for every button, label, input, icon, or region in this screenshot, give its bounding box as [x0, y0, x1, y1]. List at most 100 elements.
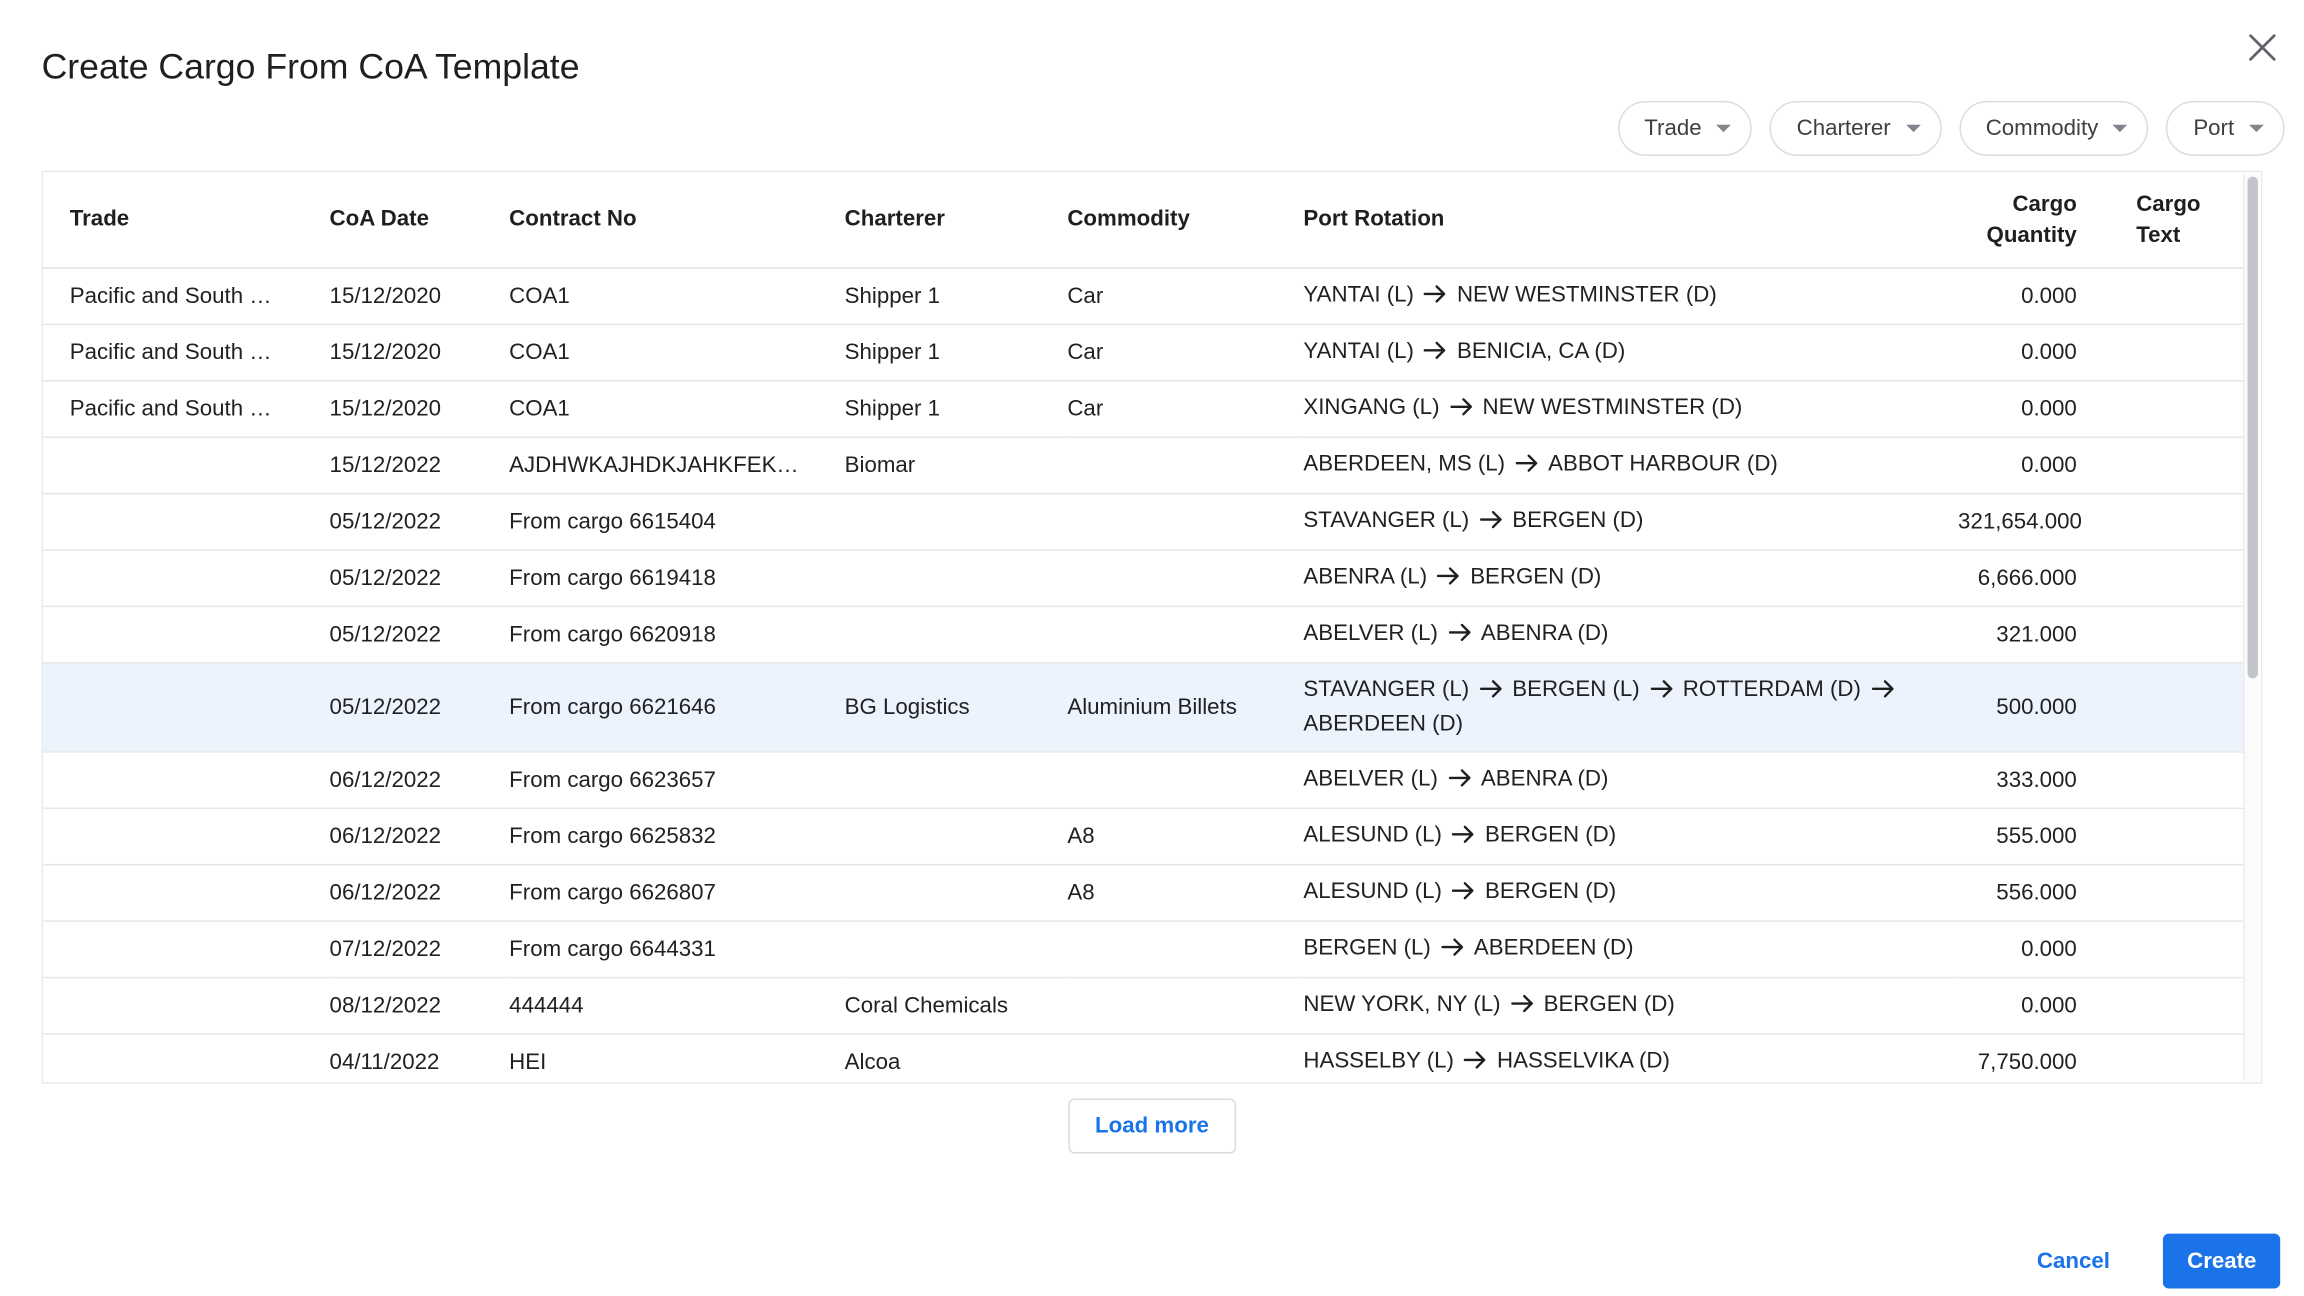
cargo-text-cell	[2107, 267, 2245, 323]
charterer-filter[interactable]: Charterer	[1770, 101, 1941, 156]
coa-date-cell: 06/12/2022	[330, 808, 510, 864]
port-name: BERGEN (D)	[1485, 819, 1616, 852]
arrow-forward-icon	[1480, 675, 1502, 708]
header-cargo-text: Cargo Text	[2107, 172, 2245, 267]
close-icon[interactable]	[2242, 27, 2284, 69]
commodity-cell: Car	[1067, 324, 1303, 380]
charterer-cell: Coral Chemicals	[845, 977, 1068, 1033]
port-rotation-cell: STAVANGER (L)BERGEN (L)ROTTERDAM (D)ABER…	[1303, 662, 1958, 751]
contract-no-cell: From cargo 6619418	[509, 549, 844, 605]
trade-cell	[43, 920, 330, 976]
create-cargo-dialog: Create Cargo From CoA Template Trade Cha…	[0, 0, 2304, 1296]
scrollbar-thumb[interactable]	[2248, 177, 2258, 679]
cargo-quantity-cell: 0.000	[1958, 920, 2106, 976]
table-row[interactable]: 05/12/2022From cargo 6620918ABELVER (L)A…	[43, 606, 2245, 662]
cargo-quantity-cell: 0.000	[1958, 436, 2106, 492]
commodity-cell	[1067, 436, 1303, 492]
commodity-cell: Car	[1067, 380, 1303, 436]
port-name: NEW WESTMINSTER (D)	[1483, 391, 1743, 424]
port-name: BENICIA, CA (D)	[1457, 335, 1625, 368]
table-row[interactable]: Pacific and South …15/12/2020COA1Shipper…	[43, 324, 2245, 380]
charterer-cell	[845, 864, 1068, 920]
trade-cell	[43, 1033, 330, 1083]
arrow-forward-icon	[1480, 505, 1502, 538]
charterer-cell	[845, 606, 1068, 662]
charterer-cell	[845, 493, 1068, 549]
commodity-cell	[1067, 920, 1303, 976]
charterer-cell: Shipper 1	[845, 380, 1068, 436]
table-row[interactable]: Pacific and South …15/12/2020COA1Shipper…	[43, 267, 2245, 323]
contract-no-cell: From cargo 6623657	[509, 751, 844, 807]
table-row[interactable]: 05/12/2022From cargo 6619418ABENRA (L)BE…	[43, 549, 2245, 605]
chevron-down-icon	[1716, 125, 1731, 132]
trade-filter[interactable]: Trade	[1618, 101, 1753, 156]
coa-date-cell: 15/12/2022	[330, 436, 510, 492]
cargo-quantity-cell: 6,666.000	[1958, 549, 2106, 605]
charterer-cell: BG Logistics	[845, 662, 1068, 751]
contract-no-cell: From cargo 6621646	[509, 662, 844, 751]
port-name: HASSELBY (L)	[1303, 1044, 1454, 1077]
cargo-text-cell	[2107, 864, 2245, 920]
cancel-button[interactable]: Cancel	[2028, 1237, 2119, 1286]
table-row[interactable]: 06/12/2022From cargo 6625832A8ALESUND (L…	[43, 808, 2245, 864]
commodity-filter-label: Commodity	[1986, 116, 2099, 141]
port-filter-label: Port	[2193, 116, 2234, 141]
port-rotation-cell: NEW YORK, NY (L)BERGEN (D)	[1303, 977, 1958, 1033]
table-row[interactable]: Pacific and South …15/12/2020COA1Shipper…	[43, 380, 2245, 436]
table-row[interactable]: 06/12/2022From cargo 6626807A8ALESUND (L…	[43, 864, 2245, 920]
trade-cell	[43, 606, 330, 662]
table-row[interactable]: 05/12/2022From cargo 6621646BG Logistics…	[43, 662, 2245, 751]
table-row[interactable]: 08/12/2022444444Coral ChemicalsNEW YORK,…	[43, 977, 2245, 1033]
commodity-cell	[1067, 977, 1303, 1033]
port-name: ABELVER (L)	[1303, 762, 1437, 795]
cargo-quantity-cell: 556.000	[1958, 864, 2106, 920]
table-row[interactable]: 15/12/2022AJDHWKAJHDKJAHKFEK…BiomarABERD…	[43, 436, 2245, 492]
coa-date-cell: 08/12/2022	[330, 977, 510, 1033]
coa-date-cell: 05/12/2022	[330, 606, 510, 662]
trade-cell: Pacific and South …	[43, 380, 330, 436]
coa-date-cell: 15/12/2020	[330, 380, 510, 436]
table-row[interactable]: 06/12/2022From cargo 6623657ABELVER (L)A…	[43, 751, 2245, 807]
port-name: NEW WESTMINSTER (D)	[1457, 278, 1717, 311]
contract-no-cell: COA1	[509, 380, 844, 436]
cargo-quantity-cell: 500.000	[1958, 662, 2106, 751]
port-name: ALESUND (L)	[1303, 819, 1442, 852]
cargo-text-cell	[2107, 380, 2245, 436]
commodity-cell	[1067, 549, 1303, 605]
port-rotation-cell: STAVANGER (L)BERGEN (D)	[1303, 493, 1958, 549]
port-name: STAVANGER (L)	[1303, 673, 1469, 706]
coa-date-cell: 05/12/2022	[330, 493, 510, 549]
arrow-forward-icon	[1441, 933, 1463, 966]
table-header-row: Trade CoA Date Contract No Charterer Com…	[43, 172, 2245, 267]
port-name: YANTAI (L)	[1303, 278, 1414, 311]
create-button[interactable]: Create	[2163, 1234, 2280, 1289]
port-rotation-cell: YANTAI (L)BENICIA, CA (D)	[1303, 324, 1958, 380]
arrow-forward-icon	[1438, 562, 1460, 595]
coa-date-cell: 06/12/2022	[330, 864, 510, 920]
arrow-forward-icon	[1650, 675, 1672, 708]
contract-no-cell: COA1	[509, 267, 844, 323]
chevron-down-icon	[2113, 125, 2128, 132]
contract-no-cell: COA1	[509, 324, 844, 380]
table-row[interactable]: 07/12/2022From cargo 6644331BERGEN (L)AB…	[43, 920, 2245, 976]
contract-no-cell: From cargo 6625832	[509, 808, 844, 864]
header-coa-date: CoA Date	[330, 172, 510, 267]
commodity-cell: A8	[1067, 864, 1303, 920]
port-name: BERGEN (L)	[1512, 673, 1639, 706]
load-more-button[interactable]: Load more	[1068, 1099, 1235, 1154]
charterer-cell: Alcoa	[845, 1033, 1068, 1083]
table-row[interactable]: 05/12/2022From cargo 6615404STAVANGER (L…	[43, 493, 2245, 549]
port-filter[interactable]: Port	[2167, 101, 2285, 156]
port-name: ABBOT HARBOUR (D)	[1548, 448, 1778, 481]
coa-date-cell: 05/12/2022	[330, 549, 510, 605]
commodity-filter[interactable]: Commodity	[1959, 101, 2149, 156]
table-scrollbar[interactable]	[2243, 174, 2259, 1081]
port-name: ABENRA (L)	[1303, 560, 1427, 593]
arrow-forward-icon	[1871, 675, 1893, 708]
cargo-quantity-cell: 0.000	[1958, 324, 2106, 380]
arrow-forward-icon	[1515, 449, 1537, 482]
header-port-rotation: Port Rotation	[1303, 172, 1958, 267]
trade-cell	[43, 549, 330, 605]
contract-no-cell: From cargo 6626807	[509, 864, 844, 920]
table-row[interactable]: 04/11/2022HEIAlcoaHASSELBY (L)HASSELVIKA…	[43, 1033, 2245, 1083]
